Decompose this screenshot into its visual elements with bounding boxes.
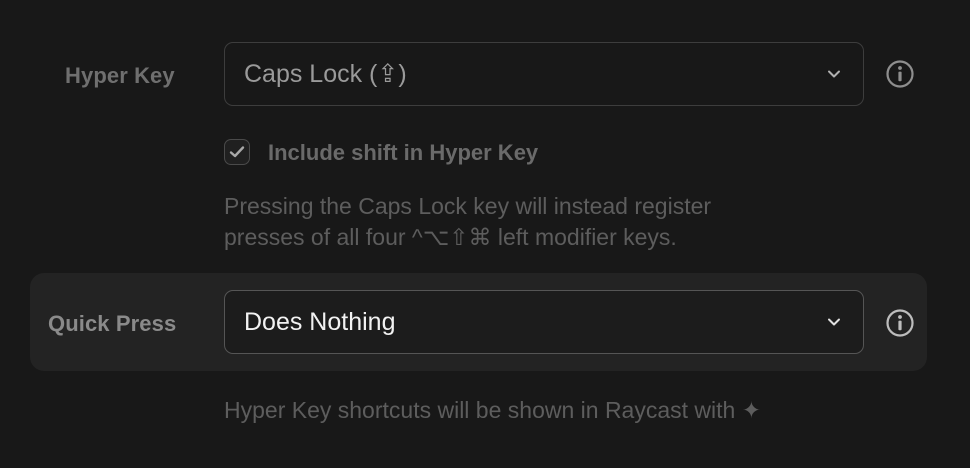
quick-press-label: Quick Press [48,311,177,336]
hyper-key-select[interactable]: Caps Lock (⇪) [224,42,864,106]
hyper-key-description-line1: Pressing the Caps Lock key will instead … [224,193,712,219]
hyper-key-label: Hyper Key [65,63,175,88]
hyper-key-description-line2: presses of all four ^⌥⇧⌘ left modifier k… [224,224,677,250]
info-icon[interactable] [885,308,915,338]
hyper-key-settings: Hyper Key Caps Lock (⇪) Include shift in… [0,0,970,468]
quick-press-selected-value: Does Nothing [244,307,396,336]
checkmark-icon [229,146,245,158]
include-shift-label[interactable]: Include shift in Hyper Key [268,140,538,166]
hyper-key-selected-value: Caps Lock (⇪) [244,60,407,88]
hyper-key-description: Pressing the Caps Lock key will instead … [224,191,864,253]
quick-press-select[interactable]: Does Nothing [224,290,864,354]
info-icon[interactable] [885,59,915,89]
include-shift-checkbox[interactable] [224,139,250,165]
chevron-down-icon [828,70,840,78]
quick-press-description: Hyper Key shortcuts will be shown in Ray… [224,397,761,423]
chevron-down-icon [828,318,840,326]
